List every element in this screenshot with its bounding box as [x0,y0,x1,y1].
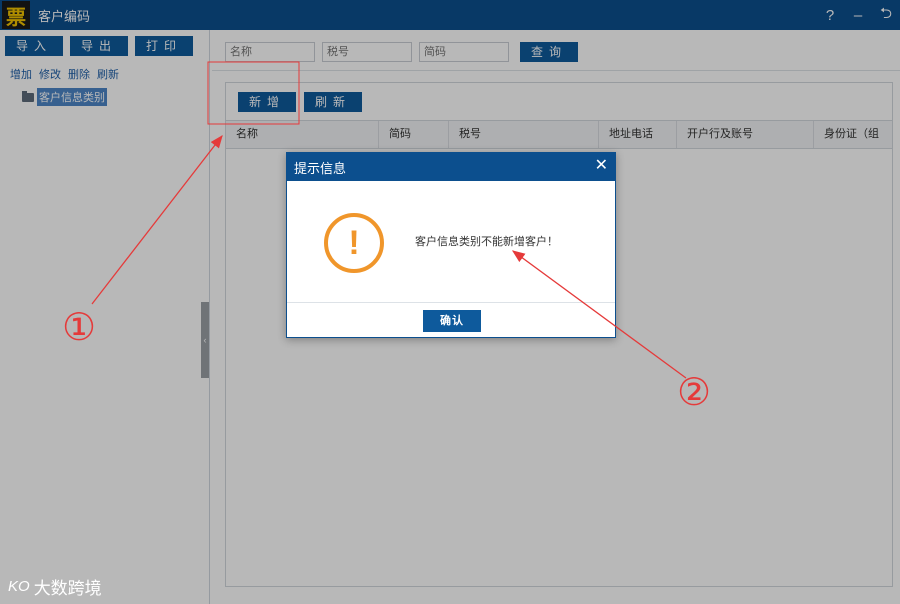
dialog-title: 提示信息 [294,160,347,176]
warning-icon: ! [324,213,384,273]
watermark-logo: KO [8,578,30,595]
dialog-message: 客户信息类别不能新增客户！ [415,236,558,248]
dialog-header: 提示信息 ✕ [287,153,615,181]
watermark-text: 大数跨境 [33,579,102,598]
dialog-body: ! 客户信息类别不能新增客户！ [287,181,615,303]
alert-dialog: 提示信息 ✕ ! 客户信息类别不能新增客户！ 确认 [286,152,616,338]
watermark: KO 大数跨境 [8,574,102,599]
confirm-button[interactable]: 确认 [423,310,481,332]
close-icon[interactable]: ✕ [595,157,608,175]
